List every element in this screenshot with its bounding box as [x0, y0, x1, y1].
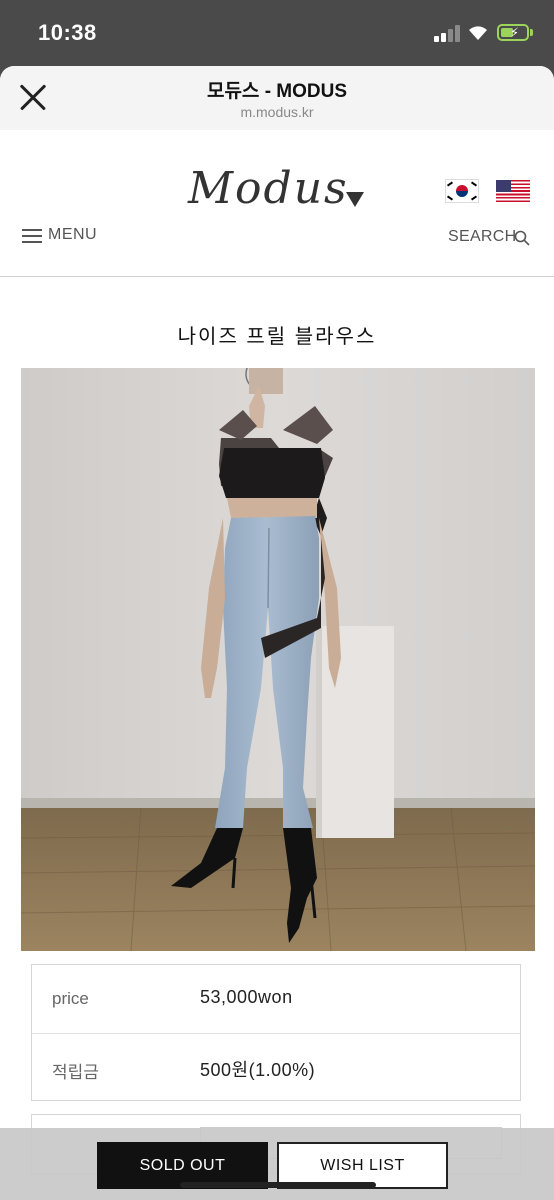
- hamburger-icon: [22, 229, 42, 243]
- home-indicator[interactable]: [180, 1182, 376, 1188]
- search-button[interactable]: SEARCH: [448, 228, 538, 250]
- price-row: price 53,000won: [32, 965, 520, 1033]
- cellular-signal-icon: [434, 24, 462, 42]
- search-icon: [514, 230, 530, 246]
- site-header: Modus MENU SEARCH: [0, 130, 554, 277]
- points-value: 500원(1.00%): [200, 1060, 316, 1080]
- search-label: SEARCH: [448, 228, 517, 245]
- us-flag-icon[interactable]: [496, 180, 530, 202]
- status-time: 10:38: [38, 20, 97, 45]
- product-image[interactable]: [21, 368, 535, 951]
- status-bar: 10:38 ⚡: [0, 0, 554, 66]
- page-title: 모듀스 - MODUS: [206, 81, 348, 102]
- battery-icon: ⚡: [497, 24, 529, 41]
- site-logo[interactable]: Modus: [188, 163, 349, 214]
- product-title: 나이즈 프릴 블라우스: [177, 326, 377, 348]
- price-info-table: price 53,000won 적립금 500원(1.00%): [31, 964, 521, 1101]
- logo-triangle-icon: [346, 192, 364, 207]
- page-url: m.modus.kr: [240, 104, 314, 120]
- browser-header: 모듀스 - MODUS m.modus.kr: [0, 66, 554, 131]
- korean-flag-icon[interactable]: [446, 180, 478, 202]
- menu-label: MENU: [48, 226, 98, 243]
- wifi-icon: [469, 26, 487, 40]
- browser-sheet: 모듀스 - MODUS m.modus.kr Modus MENU SEARCH: [0, 66, 554, 1200]
- points-label: 적립금: [52, 1063, 99, 1082]
- points-row: 적립금 500원(1.00%): [32, 1033, 520, 1102]
- price-label: price: [52, 989, 89, 1008]
- price-value: 53,000won: [200, 987, 293, 1007]
- bottom-action-bar: SOLD OUT WISH LIST: [0, 1128, 554, 1200]
